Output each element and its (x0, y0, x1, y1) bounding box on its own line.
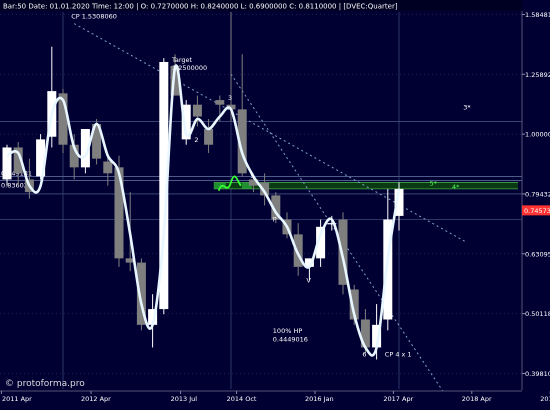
header-info: Bar:50 Date: 01.01.2020 Time: 12:00 | O:… (3, 3, 398, 11)
chart-annotation: 0.4449016 (273, 336, 308, 344)
chart-annotation: 6 (362, 350, 366, 358)
chart-annotation: CP 4 x 1 (385, 350, 412, 358)
chart-annotation: V (306, 276, 311, 284)
x-tick-label: 2011 Apr (2, 395, 32, 403)
chart-annotation: 5 (250, 172, 254, 180)
chart-annotation: 5* (430, 180, 438, 188)
chart-annotation: 100% HP (273, 327, 303, 335)
y-tick-label: 1.25892 (525, 71, 550, 79)
chart-annotation: P (273, 215, 277, 223)
current-price-label: 0.74573 (524, 207, 550, 215)
watermark: © protoforma.pro (5, 379, 85, 389)
chart-annotation: Target (171, 56, 193, 64)
x-tick-label: 2013 Jul (171, 395, 198, 403)
x-tick-label: 2017 Apr (383, 395, 413, 403)
chart-annotation: CP 1.5308060 (71, 13, 117, 21)
candle-body-down (204, 128, 214, 145)
y-tick-label: 1.00000 (525, 131, 550, 139)
y-axis-panel (522, 0, 550, 410)
candle-body-down (215, 100, 225, 105)
x-tick-label: 2019 Jul (540, 395, 550, 403)
x-tick-label: 2018 Apr (462, 395, 492, 403)
x-tick-label: 2012 Apr (81, 395, 111, 403)
chart-annotation: 2 (194, 136, 198, 144)
candle-body-down (103, 161, 113, 174)
y-tick-label: 1.58481 (525, 11, 550, 19)
chart-annotation: 4* (452, 183, 460, 191)
y-tick-label: 0.63095 (525, 250, 550, 258)
candle-body-down (192, 104, 202, 117)
y-tick-label: 0.39810 (525, 370, 550, 378)
y-tick-label: 0.79432 (525, 190, 550, 198)
x-tick-label: 2016 Jan (305, 395, 334, 403)
x-tick-label: 2014 Oct (227, 395, 257, 403)
chart-annotation: 1.2500000 (172, 64, 207, 72)
chart-annotation: 3 (228, 94, 232, 102)
candlestick-chart: Bar:50 Date: 01.01.2020 Time: 12:00 | O:… (0, 0, 550, 410)
y-tick-label: 0.50118 (525, 310, 550, 318)
chart-annotation: 3* (463, 103, 471, 111)
